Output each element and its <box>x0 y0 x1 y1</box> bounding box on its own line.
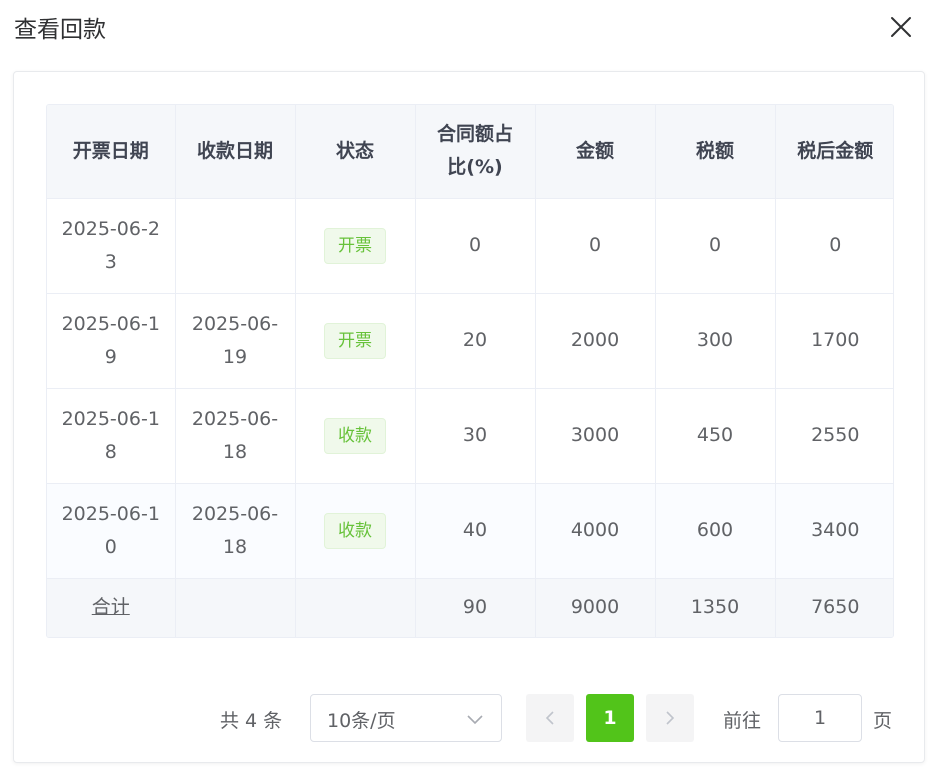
cell-ratio: 30 <box>415 388 536 484</box>
cell-payment-date: 2025-06-19 <box>175 293 296 389</box>
cell-after-tax: 3400 <box>775 483 893 579</box>
next-page-button[interactable] <box>646 694 694 742</box>
cell-summary-label: 合计 <box>47 578 176 637</box>
cell-summary-after-tax: 7650 <box>775 578 893 637</box>
status-badge: 收款 <box>324 417 386 454</box>
column-header-amount: 金额 <box>535 105 656 199</box>
chevron-right-icon <box>666 711 675 725</box>
cell-summary-empty <box>295 578 416 637</box>
cell-status: 开票 <box>295 293 416 389</box>
dialog-header: 查看回款 <box>0 0 945 56</box>
chevron-down-icon <box>467 715 483 725</box>
cell-status: 收款 <box>295 483 416 579</box>
page-number-current[interactable]: 1 <box>586 694 634 742</box>
cell-amount: 3000 <box>535 388 656 484</box>
column-header-after-tax: 税后金额 <box>775 105 893 199</box>
summary-label[interactable]: 合计 <box>92 596 130 618</box>
cell-tax: 0 <box>655 198 776 294</box>
column-header-ratio: 合同额占比(%) <box>415 105 536 199</box>
column-header-payment-date: 收款日期 <box>175 105 296 199</box>
page-size-value: 10条/页 <box>327 710 396 732</box>
goto-label: 前往 <box>723 710 762 732</box>
cell-tax: 600 <box>655 483 776 579</box>
cell-amount: 4000 <box>535 483 656 579</box>
cell-ratio: 0 <box>415 198 536 294</box>
column-header-status: 状态 <box>295 105 416 199</box>
summary-row: 合计 90 9000 1350 7650 <box>47 578 893 637</box>
status-badge: 收款 <box>324 512 386 549</box>
cell-summary-tax: 1350 <box>655 578 776 637</box>
cell-summary-amount: 9000 <box>535 578 656 637</box>
cell-after-tax: 2550 <box>775 388 893 484</box>
page-size-select[interactable]: 10条/页 <box>310 694 502 742</box>
chevron-left-icon <box>545 711 554 725</box>
goto-page-input[interactable] <box>778 694 862 742</box>
prev-page-button[interactable] <box>526 694 574 742</box>
cell-amount: 0 <box>535 198 656 294</box>
cell-invoice-date: 2025-06-23 <box>47 198 176 294</box>
pagination-total: 共 4 条 <box>220 710 283 732</box>
column-header-tax: 税额 <box>655 105 776 199</box>
status-badge: 开票 <box>324 322 386 359</box>
cell-invoice-date: 2025-06-18 <box>47 388 176 484</box>
close-icon <box>891 17 911 37</box>
receipts-table: 开票日期 收款日期 状态 合同额占比(%) 金额 税额 税后金额 2025-06… <box>46 104 894 638</box>
cell-ratio: 40 <box>415 483 536 579</box>
cell-ratio: 20 <box>415 293 536 389</box>
cell-amount: 2000 <box>535 293 656 389</box>
cell-payment-date <box>175 198 296 294</box>
table-row: 2025-06-18 2025-06-18 收款 30 3000 450 255… <box>47 388 893 484</box>
dialog-title: 查看回款 <box>14 17 106 43</box>
cell-tax: 450 <box>655 388 776 484</box>
table-row: 2025-06-10 2025-06-18 收款 40 4000 600 340… <box>47 483 893 579</box>
cell-payment-date: 2025-06-18 <box>175 388 296 484</box>
content-panel: 开票日期 收款日期 状态 合同额占比(%) 金额 税额 税后金额 2025-06… <box>13 71 925 763</box>
cell-tax: 300 <box>655 293 776 389</box>
cell-status: 收款 <box>295 388 416 484</box>
column-header-invoice-date: 开票日期 <box>47 105 176 199</box>
cell-after-tax: 1700 <box>775 293 893 389</box>
pagination: 共 4 条 10条/页 1 前往 页 <box>14 694 926 744</box>
cell-summary-empty <box>175 578 296 637</box>
status-badge: 开票 <box>324 227 386 264</box>
cell-after-tax: 0 <box>775 198 893 294</box>
table-row: 2025-06-19 2025-06-19 开票 20 2000 300 170… <box>47 293 893 389</box>
cell-payment-date: 2025-06-18 <box>175 483 296 579</box>
close-button[interactable] <box>886 12 916 42</box>
cell-invoice-date: 2025-06-10 <box>47 483 176 579</box>
cell-summary-ratio: 90 <box>415 578 536 637</box>
page-unit-label: 页 <box>873 710 893 732</box>
cell-status: 开票 <box>295 198 416 294</box>
cell-invoice-date: 2025-06-19 <box>47 293 176 389</box>
table-row: 2025-06-23 开票 0 0 0 0 <box>47 198 893 294</box>
table-header-row: 开票日期 收款日期 状态 合同额占比(%) 金额 税额 税后金额 <box>47 105 893 199</box>
